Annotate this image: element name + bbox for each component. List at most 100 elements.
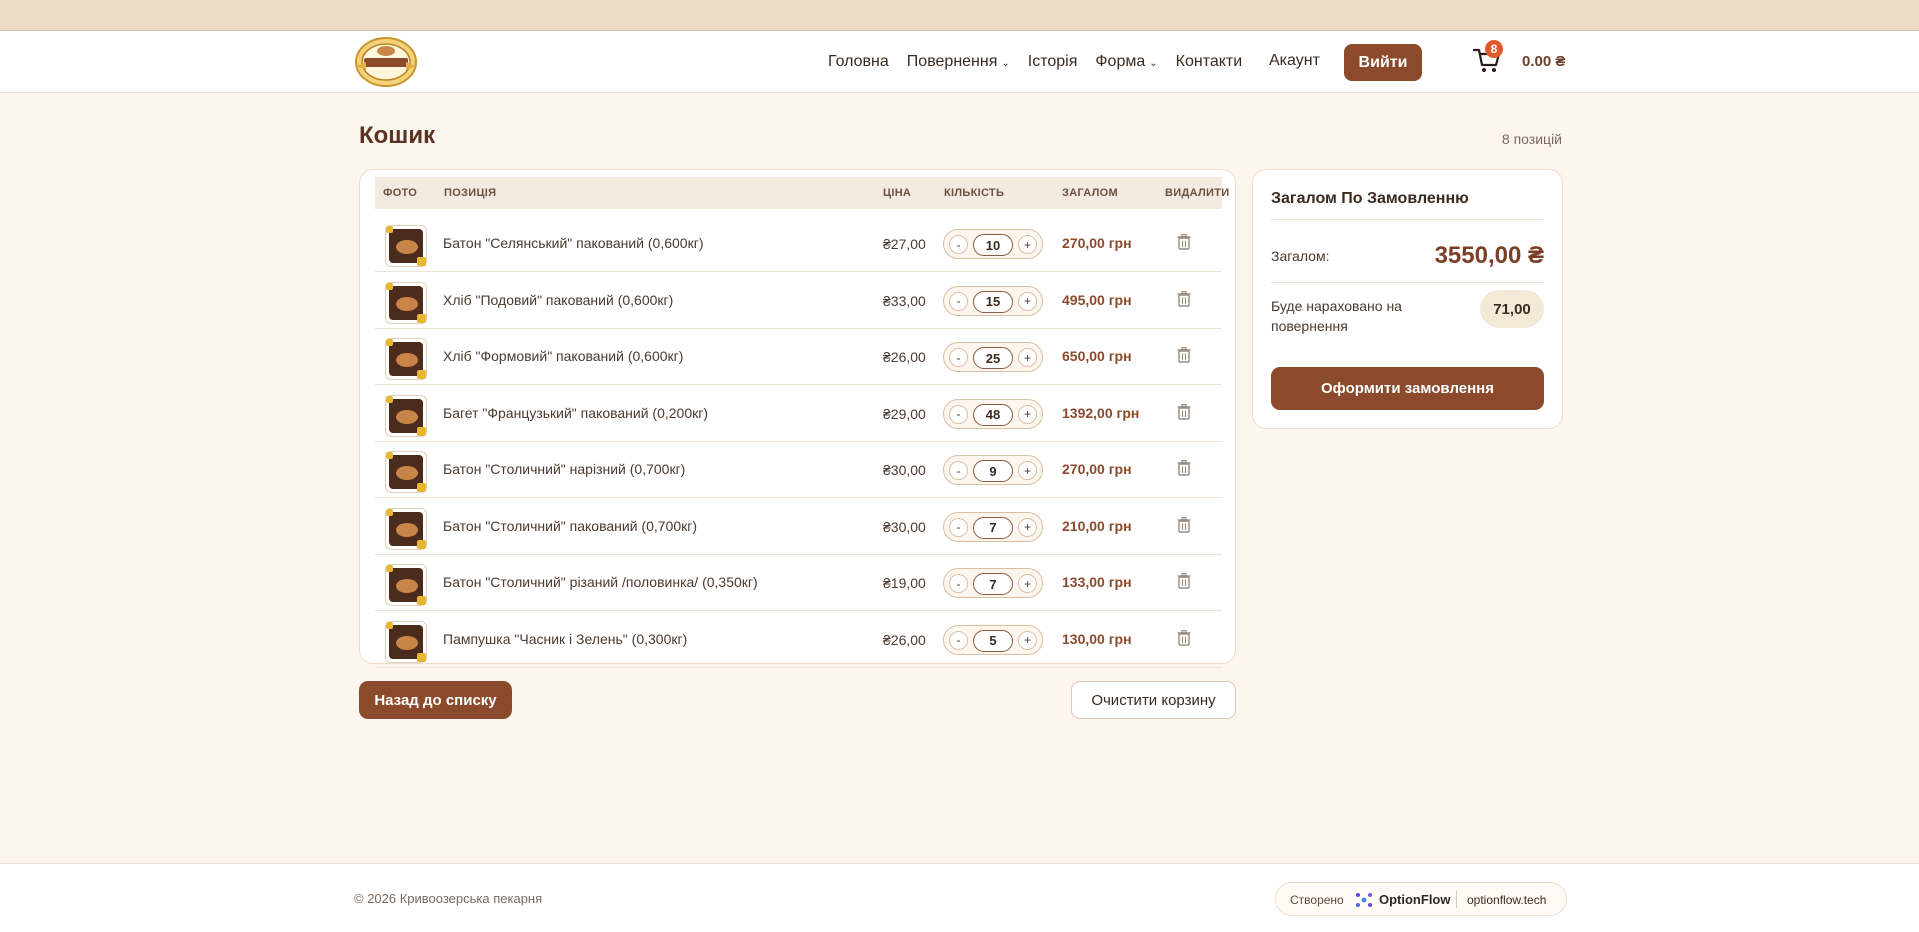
decrease-quantity-button[interactable]: - bbox=[949, 630, 968, 650]
quantity-stepper: - 15 + bbox=[943, 285, 1043, 316]
product-price: ₴27,00 bbox=[883, 236, 926, 252]
increase-quantity-button[interactable]: + bbox=[1018, 461, 1037, 480]
table-row: Батон "Столичний" різаний /половинка/ (0… bbox=[375, 555, 1222, 611]
bonus-label: Буде нараховано на повернення bbox=[1271, 298, 1402, 334]
decrease-quantity-button[interactable]: - bbox=[949, 574, 968, 593]
trash-icon[interactable] bbox=[1177, 234, 1191, 250]
quantity-input[interactable]: 7 bbox=[973, 516, 1013, 539]
increase-quantity-button[interactable]: + bbox=[1018, 291, 1037, 311]
product-photo[interactable] bbox=[385, 394, 427, 437]
main-nav: Головна Повернення ⌄ Історія Форма ⌄ Кон… bbox=[828, 31, 1260, 93]
chevron-down-icon: ⌄ bbox=[1001, 57, 1010, 69]
product-photo[interactable] bbox=[385, 620, 427, 663]
product-name: Батон "Столичний" різаний /половинка/ (0… bbox=[443, 574, 758, 590]
product-photo[interactable] bbox=[385, 281, 427, 324]
cart-total: 0.00 ₴ bbox=[1522, 53, 1566, 70]
trash-icon[interactable] bbox=[1177, 347, 1191, 363]
product-price: ₴30,00 bbox=[883, 518, 926, 535]
product-photo[interactable] bbox=[385, 507, 427, 550]
line-total: 270,00 грн bbox=[1062, 235, 1132, 251]
nav-item-label: Головна bbox=[828, 53, 889, 70]
item-count: 8 позицій bbox=[1501, 131, 1562, 147]
increase-quantity-button[interactable]: + bbox=[1018, 630, 1037, 650]
clear-cart-button[interactable]: Очистити корзину bbox=[1071, 681, 1236, 719]
quantity-input[interactable]: 25 bbox=[973, 347, 1013, 369]
nav-item-history[interactable]: Історія bbox=[1028, 53, 1078, 71]
header-item: ПОЗИЦІЯ bbox=[444, 187, 497, 199]
increase-quantity-button[interactable]: + bbox=[1018, 517, 1037, 537]
nav-item-contacts[interactable]: Контакти bbox=[1176, 53, 1243, 71]
divider bbox=[1456, 891, 1457, 908]
product-name: Батон "Столичний" пакований (0,700кг) bbox=[443, 517, 698, 534]
quantity-input[interactable]: 15 bbox=[973, 290, 1013, 313]
increase-quantity-button[interactable]: + bbox=[1018, 574, 1037, 593]
trash-icon[interactable] bbox=[1177, 460, 1191, 476]
back-to-list-button[interactable]: Назад до списку bbox=[359, 681, 512, 719]
quantity-input[interactable]: 9 bbox=[973, 460, 1013, 482]
product-price: ₴26,00 bbox=[883, 631, 926, 648]
copyright: © 2026 Кривоозерська пекарня bbox=[354, 891, 543, 906]
decrease-quantity-button[interactable]: - bbox=[949, 461, 968, 480]
quantity-stepper: - 25 + bbox=[943, 342, 1043, 372]
header-delete: ВИДАЛИТИ bbox=[1165, 187, 1230, 199]
cart-count-badge: 8 bbox=[1485, 40, 1503, 58]
product-photo[interactable] bbox=[385, 564, 427, 606]
decrease-quantity-button[interactable]: - bbox=[949, 291, 968, 311]
quantity-input[interactable]: 5 bbox=[973, 629, 1013, 652]
quantity-input[interactable]: 7 bbox=[973, 573, 1013, 595]
trash-icon[interactable] bbox=[1177, 290, 1191, 307]
trash-icon[interactable] bbox=[1177, 573, 1191, 589]
trash-icon[interactable] bbox=[1177, 403, 1191, 420]
logout-button[interactable]: Вийти bbox=[1344, 44, 1422, 81]
line-total: 270,00 грн bbox=[1062, 461, 1132, 477]
quantity-stepper: - 5 + bbox=[943, 624, 1043, 655]
quantity-stepper: - 7 + bbox=[943, 511, 1043, 542]
trash-icon[interactable] bbox=[1177, 629, 1191, 646]
decrease-quantity-button[interactable]: - bbox=[949, 517, 968, 537]
decrease-quantity-button[interactable]: - bbox=[949, 348, 968, 367]
product-photo[interactable] bbox=[385, 451, 427, 493]
table-header: ФОТО ПОЗИЦІЯ ЦІНА КІЛЬКІСТЬ ЗАГАЛОМ ВИДА… bbox=[375, 177, 1229, 209]
table-row: Батон "Селянський" пакований (0,600кг) ₴… bbox=[375, 216, 1222, 272]
product-name: Хліб "Подовий" пакований (0,600кг) bbox=[443, 291, 674, 308]
footer: © 2026 Кривоозерська пекарня Створено Op… bbox=[0, 863, 1919, 932]
creator-credit[interactable]: Створено OptionFlow optionflow.tech bbox=[1275, 882, 1567, 916]
quantity-input[interactable]: 48 bbox=[973, 403, 1013, 426]
line-total: 650,00 грн bbox=[1062, 348, 1132, 364]
product-price: ₴19,00 bbox=[883, 575, 926, 591]
nav-item-form[interactable]: Форма ⌄ bbox=[1095, 53, 1157, 71]
decrease-quantity-button[interactable]: - bbox=[949, 235, 968, 254]
increase-quantity-button[interactable]: + bbox=[1018, 404, 1037, 424]
summary-total-label: Загалом: bbox=[1271, 248, 1330, 264]
decrease-quantity-button[interactable]: - bbox=[949, 404, 968, 424]
trash-icon[interactable] bbox=[1177, 516, 1191, 533]
quantity-stepper: - 9 + bbox=[943, 455, 1043, 485]
table-row: Батон "Столичний" нарізний (0,700кг) ₴30… bbox=[375, 442, 1222, 498]
checkout-button[interactable]: Оформити замовлення bbox=[1271, 367, 1544, 410]
cart-table-panel: ФОТО ПОЗИЦІЯ ЦІНА КІЛЬКІСТЬ ЗАГАЛОМ ВИДА… bbox=[359, 169, 1236, 668]
chevron-down-icon: ⌄ bbox=[1149, 57, 1158, 69]
increase-quantity-button[interactable]: + bbox=[1018, 235, 1037, 254]
product-photo[interactable] bbox=[385, 338, 427, 380]
header-qty: КІЛЬКІСТЬ bbox=[944, 187, 1005, 199]
line-total: 210,00 грн bbox=[1062, 517, 1132, 534]
nav-item-returns[interactable]: Повернення ⌄ bbox=[907, 53, 1010, 71]
quantity-input[interactable]: 10 bbox=[973, 234, 1013, 256]
table-row: Хліб "Подовий" пакований (0,600кг) ₴33,0… bbox=[375, 273, 1222, 329]
top-strip bbox=[0, 0, 1919, 31]
product-photo[interactable] bbox=[385, 225, 427, 267]
summary-total-value: 3550,00 ₴ bbox=[1434, 242, 1544, 269]
line-total: 495,00 грн bbox=[1062, 291, 1132, 308]
order-summary: Загалом По Замовленню Загалом: 3550,00 ₴… bbox=[1252, 169, 1563, 429]
product-name: Батон "Селянський" пакований (0,600кг) bbox=[443, 235, 704, 251]
made-by-label: Створено bbox=[1290, 893, 1344, 907]
nav-item-home[interactable]: Головна bbox=[828, 53, 889, 71]
account-link[interactable]: Акаунт bbox=[1269, 52, 1320, 70]
divider bbox=[1271, 219, 1544, 220]
bakery-logo-icon[interactable] bbox=[352, 36, 420, 88]
table-row: Багет "Французький" пакований (0,200кг) … bbox=[375, 386, 1222, 442]
table-row: Хліб "Формовий" пакований (0,600кг) ₴26,… bbox=[375, 329, 1222, 385]
increase-quantity-button[interactable]: + bbox=[1018, 348, 1037, 367]
brand-site-link[interactable]: optionflow.tech bbox=[1467, 893, 1546, 907]
quantity-stepper: - 10 + bbox=[943, 229, 1043, 259]
